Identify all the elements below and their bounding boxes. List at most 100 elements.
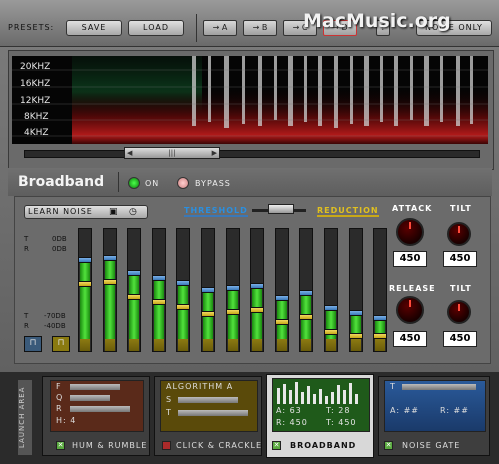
attack-label: ATTACK [392, 204, 433, 213]
reduction-handle[interactable] [250, 307, 264, 313]
reduction-handle[interactable] [275, 319, 289, 325]
tilt-knob[interactable] [447, 300, 471, 324]
module-line: R: 450 [276, 418, 308, 427]
load-button[interactable]: LOAD [128, 20, 184, 36]
threshold-handle[interactable] [201, 287, 215, 293]
on-radio[interactable] [128, 177, 140, 189]
enable-checkbox[interactable] [162, 441, 171, 450]
module-line: A: ## [390, 406, 419, 415]
threshold-handle[interactable] [324, 305, 338, 311]
band-fader-1[interactable] [78, 228, 92, 352]
slider-thumb[interactable] [268, 204, 294, 214]
band-fader-11[interactable] [324, 228, 338, 352]
reduction-fill [252, 339, 262, 351]
band-fader-7[interactable] [226, 228, 240, 352]
release-value[interactable]: 450 [393, 331, 427, 347]
reduction-fill [129, 339, 139, 351]
spectrogram-display [12, 56, 488, 144]
reduction-handle[interactable] [176, 304, 190, 310]
module-line: T: 28 [326, 406, 351, 415]
enable-checkbox[interactable]: ✕ [56, 441, 65, 450]
scroll-right-icon[interactable]: ▶ [212, 148, 217, 158]
reduction-handle[interactable] [78, 281, 92, 287]
band-fader-2[interactable] [103, 228, 117, 352]
band-fader-12[interactable] [349, 228, 363, 352]
threshold-handle[interactable] [275, 295, 289, 301]
freq-label-16k: 16KHZ [20, 79, 51, 89]
t-top-label: T [24, 235, 29, 243]
threshold-handle[interactable] [176, 280, 190, 286]
band-fader-5[interactable] [176, 228, 190, 352]
attack-value[interactable]: 450 [393, 251, 427, 267]
param-bar [70, 384, 120, 390]
threshold-handle[interactable] [78, 257, 92, 263]
reduction-handle[interactable] [103, 279, 117, 285]
reduction-fill [105, 339, 115, 351]
threshold-fill [252, 287, 262, 339]
threshold-handle[interactable] [373, 315, 387, 321]
param-bar [70, 395, 110, 401]
reduction-handle[interactable] [349, 333, 363, 339]
reduction-fill [203, 339, 213, 351]
learn-noise-label: LEARN NOISE [28, 207, 93, 216]
band-faders [78, 228, 387, 354]
reduction-handle[interactable] [152, 299, 166, 305]
tilt-knob[interactable] [447, 222, 471, 246]
save-button[interactable]: SAVE [66, 20, 122, 36]
attack-knob[interactable] [396, 218, 424, 246]
module-line: ALGORITHM A [166, 382, 234, 391]
freq-label-12k: 12KHZ [20, 96, 51, 106]
tilt-value[interactable]: 450 [443, 331, 477, 347]
scroll-grip: ||| [168, 149, 176, 157]
band-fader-9[interactable] [275, 228, 289, 352]
threshold-handle[interactable] [127, 270, 141, 276]
reduction-handle[interactable] [373, 333, 387, 339]
tilt-value[interactable]: 450 [443, 251, 477, 267]
watermark: MacMusic.org [303, 10, 451, 32]
tilt-label: TILT [450, 204, 472, 213]
reduction-fill [80, 339, 90, 351]
threshold-handle[interactable] [152, 275, 166, 281]
spectrogram-scrollbar[interactable] [24, 150, 480, 158]
camera-icon: ▣ [109, 207, 119, 217]
scroll-left-icon[interactable]: ◀ [127, 148, 132, 158]
bypass-label: BYPASS [195, 179, 231, 188]
module-title: Broadband [18, 174, 105, 190]
divider [196, 14, 197, 42]
band-fader-4[interactable] [152, 228, 166, 352]
band-fader-3[interactable] [127, 228, 141, 352]
module-line: R: ## [440, 406, 469, 415]
lock-icon[interactable]: ⊓ [52, 336, 70, 352]
threshold-handle[interactable] [349, 310, 363, 316]
preset-b-button[interactable]: → B [243, 20, 277, 36]
scrollbar-thumb[interactable]: ◀ ||| ▶ [124, 147, 220, 159]
lock-icon[interactable]: ⊓ [24, 336, 42, 352]
band-fader-10[interactable] [299, 228, 313, 352]
reduction-handle[interactable] [201, 311, 215, 317]
module-name: NOISE GATE [402, 441, 461, 450]
threshold-handle[interactable] [226, 285, 240, 291]
preset-a-button[interactable]: → A [203, 20, 237, 36]
bypass-radio[interactable] [177, 177, 189, 189]
module-line: S [166, 395, 173, 404]
tilt-label: TILT [450, 284, 472, 293]
enable-checkbox[interactable]: ✕ [384, 441, 393, 450]
band-fader-6[interactable] [201, 228, 215, 352]
reduction-fill [375, 339, 385, 351]
threshold-handle[interactable] [103, 255, 117, 261]
threshold-handle[interactable] [299, 290, 313, 296]
reduction-handle[interactable] [226, 309, 240, 315]
band-fader-8[interactable] [250, 228, 264, 352]
reduction-handle[interactable] [299, 314, 313, 320]
release-knob[interactable] [396, 296, 424, 324]
param-bar [178, 397, 238, 403]
band-fader-13[interactable] [373, 228, 387, 352]
reduction-handle[interactable] [324, 329, 338, 335]
learn-noise-button[interactable]: LEARN NOISE ▣ ◷ [24, 205, 148, 219]
spectrogram [12, 56, 488, 144]
threshold-fill [80, 261, 90, 339]
module-line: T: 450 [326, 418, 357, 427]
threshold-handle[interactable] [250, 283, 264, 289]
enable-checkbox[interactable]: ✕ [272, 441, 281, 450]
reduction-handle[interactable] [127, 294, 141, 300]
